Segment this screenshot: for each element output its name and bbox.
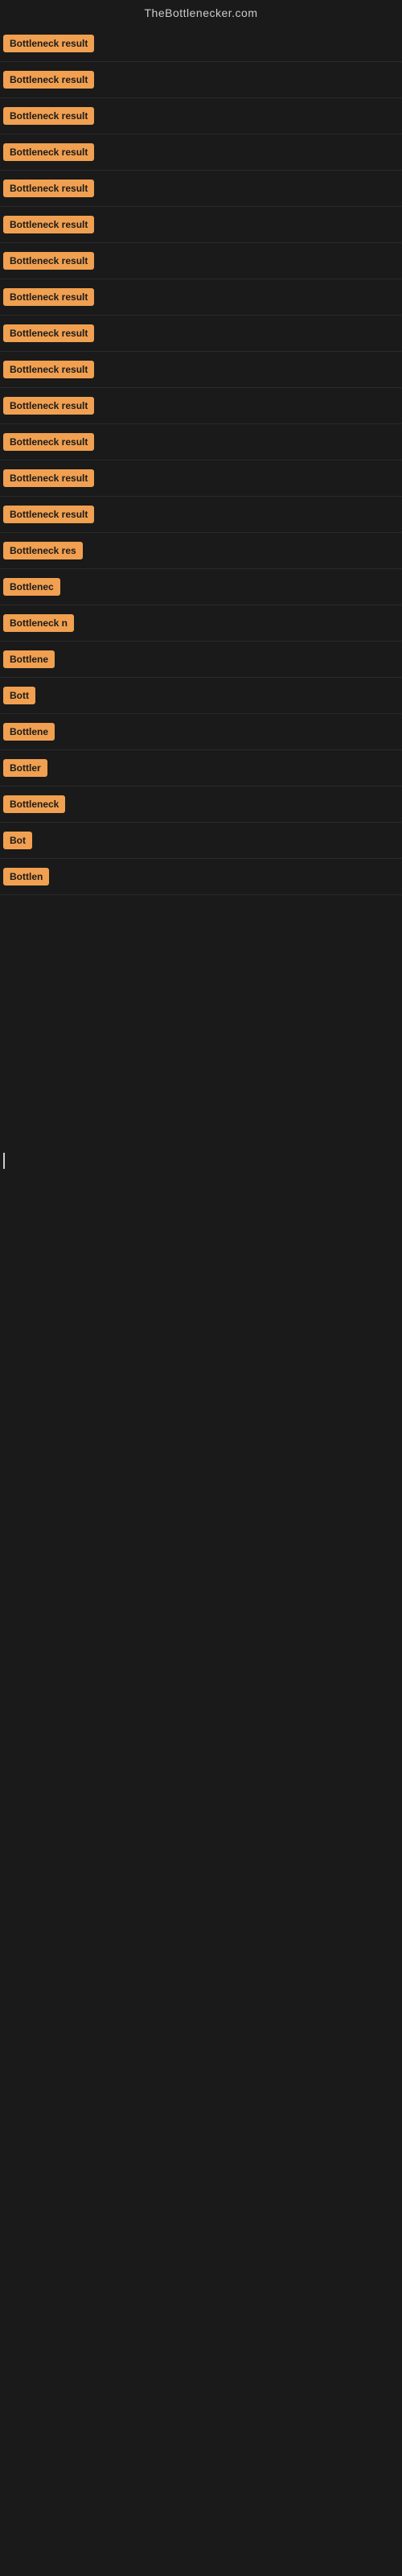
table-row: Bottleneck result [0, 279, 402, 316]
bottleneck-result-badge[interactable]: Bottlene [3, 650, 55, 668]
bottleneck-result-badge[interactable]: Bottlene [3, 723, 55, 741]
table-row: Bot [0, 823, 402, 859]
bottleneck-result-badge[interactable]: Bottler [3, 759, 47, 777]
empty-section [0, 895, 402, 1137]
table-row: Bottleneck result [0, 62, 402, 98]
site-title: TheBottlenecker.com [0, 0, 402, 26]
table-row: Bottleneck result [0, 98, 402, 134]
table-row: Bottleneck result [0, 134, 402, 171]
bottleneck-result-badge[interactable]: Bottleneck res [3, 542, 83, 559]
empty-section-2 [0, 1169, 402, 1410]
table-row: Bottleneck result [0, 243, 402, 279]
bottleneck-result-badge[interactable]: Bottlen [3, 868, 49, 886]
bottleneck-result-badge[interactable]: Bottleneck result [3, 469, 94, 487]
table-row: Bottleneck result [0, 171, 402, 207]
bottleneck-result-badge[interactable]: Bottleneck result [3, 397, 94, 415]
bottleneck-result-badge[interactable]: Bottleneck result [3, 216, 94, 233]
table-row: Bottleneck res [0, 533, 402, 569]
bottleneck-result-badge[interactable]: Bottleneck result [3, 71, 94, 89]
bottleneck-result-badge[interactable]: Bottleneck result [3, 506, 94, 523]
cursor-line [3, 1153, 5, 1169]
table-row: Bottleneck n [0, 605, 402, 642]
bottleneck-result-badge[interactable]: Bot [3, 832, 32, 849]
bottleneck-result-badge[interactable]: Bottlenec [3, 578, 60, 596]
bottleneck-result-badge[interactable]: Bott [3, 687, 35, 704]
bottleneck-result-badge[interactable]: Bottleneck n [3, 614, 74, 632]
bottleneck-result-badge[interactable]: Bottleneck result [3, 324, 94, 342]
table-row: Bottleneck result [0, 497, 402, 533]
bottleneck-result-badge[interactable]: Bottleneck result [3, 107, 94, 125]
table-row: Bott [0, 678, 402, 714]
table-row: Bottleneck result [0, 424, 402, 460]
table-row: Bottlenec [0, 569, 402, 605]
table-row: Bottlene [0, 714, 402, 750]
table-row: Bottleneck [0, 786, 402, 823]
table-row: Bottler [0, 750, 402, 786]
table-row: Bottleneck result [0, 207, 402, 243]
table-row: Bottleneck result [0, 316, 402, 352]
table-row: Bottleneck result [0, 460, 402, 497]
table-row: Bottleneck result [0, 388, 402, 424]
bottleneck-result-badge[interactable]: Bottleneck result [3, 143, 94, 161]
bottleneck-result-badge[interactable]: Bottleneck result [3, 433, 94, 451]
bottleneck-result-badge[interactable]: Bottleneck result [3, 35, 94, 52]
empty-section-3 [0, 1410, 402, 1652]
bottleneck-result-badge[interactable]: Bottleneck result [3, 361, 94, 378]
empty-section-4 [0, 1652, 402, 1893]
bottleneck-result-badge[interactable]: Bottleneck result [3, 288, 94, 306]
table-row: Bottlene [0, 642, 402, 678]
bottleneck-result-badge[interactable]: Bottleneck result [3, 180, 94, 197]
bottleneck-result-badge[interactable]: Bottleneck result [3, 252, 94, 270]
table-row: Bottlen [0, 859, 402, 895]
table-row: Bottleneck result [0, 352, 402, 388]
table-row: Bottleneck result [0, 26, 402, 62]
bottleneck-result-badge[interactable]: Bottleneck [3, 795, 65, 813]
